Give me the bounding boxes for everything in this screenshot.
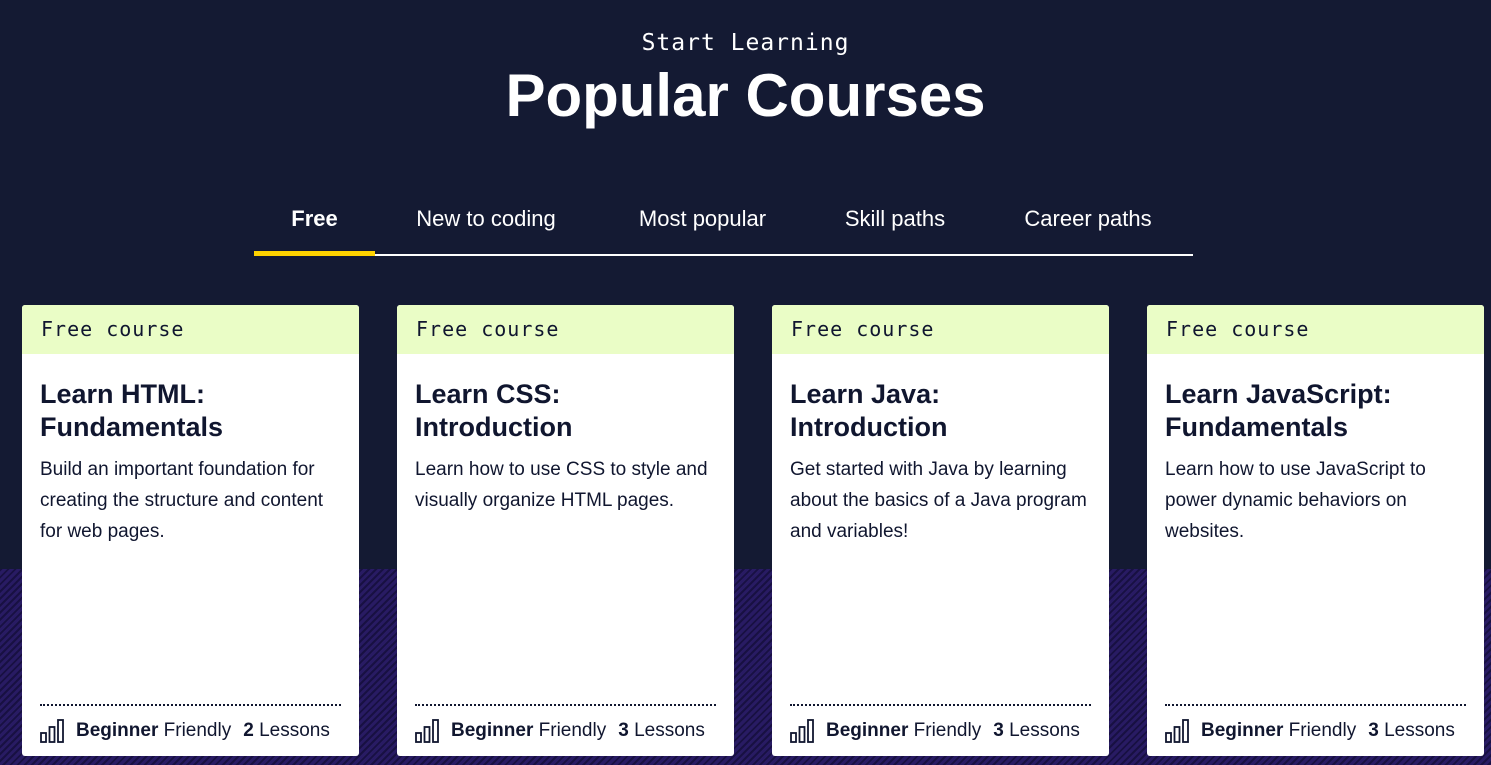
lessons-label: Lessons xyxy=(1384,720,1455,741)
free-course-badge: Free course xyxy=(772,305,1109,354)
difficulty-bars-icon xyxy=(1165,719,1189,743)
course-footer: Beginner Friendly 3 Lessons xyxy=(790,704,1091,756)
course-description: Get started with Java by learning about … xyxy=(790,459,1087,542)
course-card-css[interactable]: Free course Learn CSS: Introduction Lear… xyxy=(397,305,734,756)
course-card-html[interactable]: Free course Learn HTML: Fundamentals Bui… xyxy=(22,305,359,756)
section-eyebrow: Start Learning xyxy=(641,30,850,56)
level-qualifier: Friendly xyxy=(163,720,232,741)
tab-most-popular[interactable]: Most popular xyxy=(620,196,785,254)
lessons-label: Lessons xyxy=(259,720,330,741)
difficulty-bars-icon xyxy=(415,719,439,743)
difficulty-bars-icon xyxy=(790,719,814,743)
free-course-badge: Free course xyxy=(22,305,359,354)
lessons-count: 2 xyxy=(243,720,254,741)
level-qualifier: Friendly xyxy=(1288,720,1357,741)
course-filter-tabs: Free New to coding Most popular Skill pa… xyxy=(254,196,1193,256)
difficulty-bars-icon xyxy=(40,719,64,743)
course-description: Learn how to use CSS to style and visual… xyxy=(415,459,708,511)
level-label: Beginner xyxy=(1201,720,1284,741)
page-title: Popular Courses xyxy=(505,62,986,129)
level-qualifier: Friendly xyxy=(913,720,982,741)
lessons-count: 3 xyxy=(618,720,629,741)
course-footer: Beginner Friendly 2 Lessons xyxy=(40,704,341,756)
course-card-javascript[interactable]: Free course Learn JavaScript: Fundamenta… xyxy=(1147,305,1484,756)
course-card-java[interactable]: Free course Learn Java: Introduction Get… xyxy=(772,305,1109,756)
lessons-count: 3 xyxy=(1368,720,1379,741)
lessons-count: 3 xyxy=(993,720,1004,741)
tab-new-to-coding[interactable]: New to coding xyxy=(397,196,575,254)
lessons-label: Lessons xyxy=(1009,720,1080,741)
free-course-badge: Free course xyxy=(397,305,734,354)
level-label: Beginner xyxy=(76,720,159,741)
tab-career-paths[interactable]: Career paths xyxy=(1012,196,1164,254)
tab-skill-paths[interactable]: Skill paths xyxy=(834,196,956,254)
course-footer: Beginner Friendly 3 Lessons xyxy=(1165,704,1466,756)
course-title[interactable]: Learn HTML: Fundamentals xyxy=(40,378,341,444)
free-course-badge: Free course xyxy=(1147,305,1484,354)
level-qualifier: Friendly xyxy=(538,720,607,741)
course-title[interactable]: Learn CSS: Introduction xyxy=(415,378,716,444)
tab-free[interactable]: Free xyxy=(254,196,375,256)
lessons-label: Lessons xyxy=(634,720,705,741)
course-description: Build an important foundation for creati… xyxy=(40,459,324,542)
course-title[interactable]: Learn Java: Introduction xyxy=(790,378,1091,444)
level-label: Beginner xyxy=(451,720,534,741)
course-title[interactable]: Learn JavaScript: Fundamentals xyxy=(1165,378,1466,444)
course-description: Learn how to use JavaScript to power dyn… xyxy=(1165,459,1426,542)
level-label: Beginner xyxy=(826,720,909,741)
course-footer: Beginner Friendly 3 Lessons xyxy=(415,704,716,756)
